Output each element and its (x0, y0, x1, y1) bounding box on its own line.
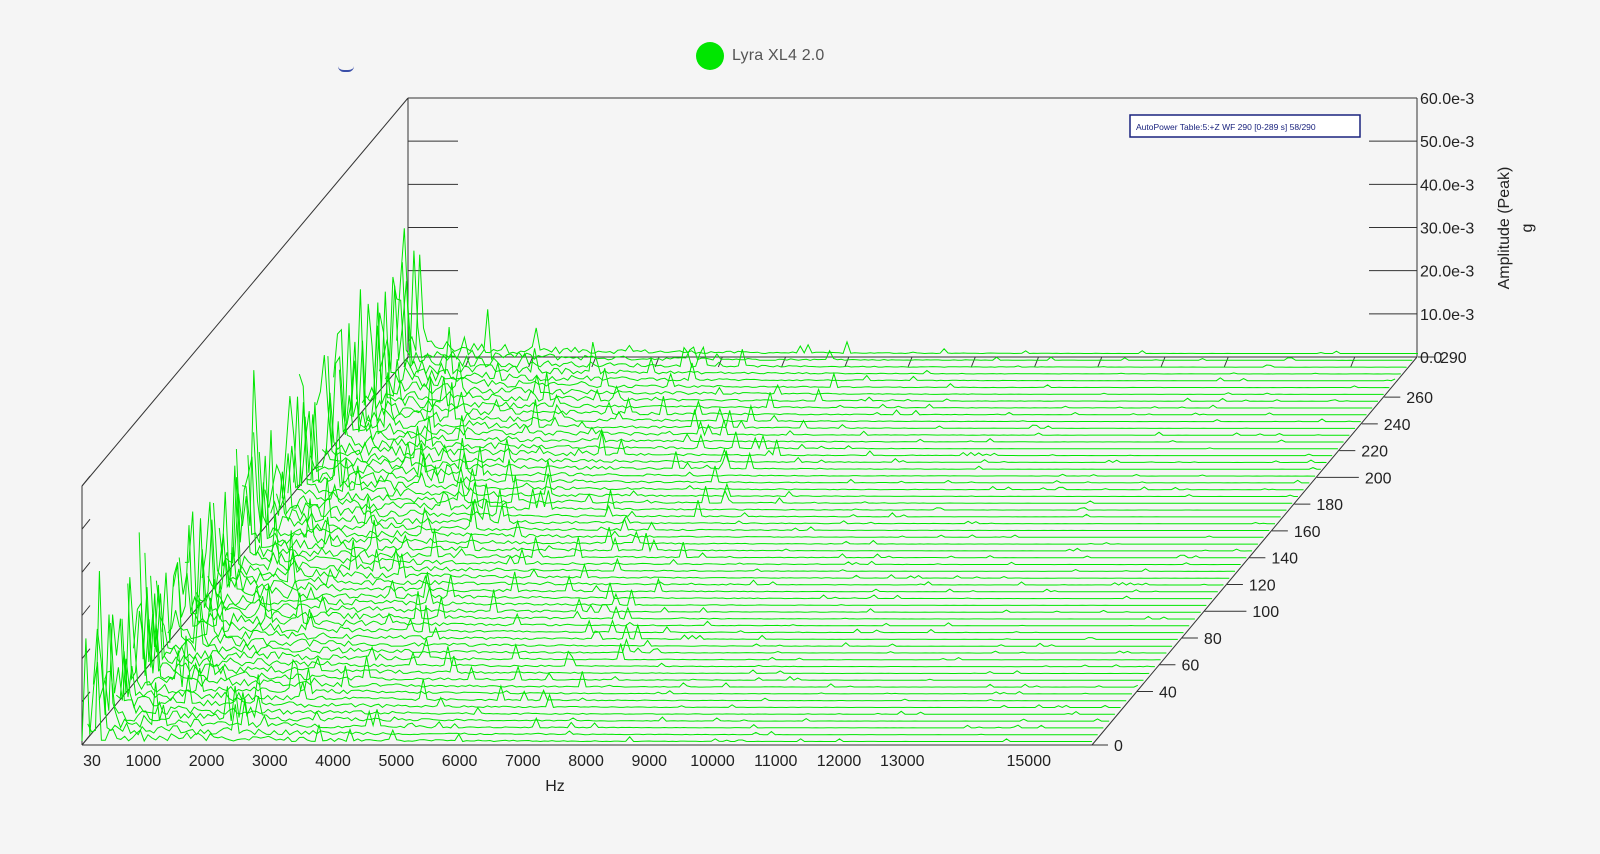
x-tick-label: 5000 (379, 753, 415, 770)
x-tick-label: 7000 (505, 753, 541, 770)
x-tick-back (1223, 356, 1229, 368)
z-tick-label: 60 (1181, 658, 1199, 675)
x-tick-label: 10000 (690, 753, 735, 770)
spectrum-traces (81, 228, 1418, 743)
annotation-text: AutoPower Table:5:+Z WF 290 [0-289 s] 58… (1136, 122, 1316, 132)
side-wall-tick (81, 562, 91, 573)
spectrum-slice (264, 463, 1275, 525)
x-tick-back (1350, 356, 1356, 368)
x-axis-title: Hz (545, 778, 565, 795)
z-tick-label: 240 (1384, 417, 1411, 434)
x-tick-label: 6000 (442, 753, 478, 770)
x-tick-back (1160, 356, 1166, 368)
spectrum-slice (401, 250, 1413, 361)
side-wall-tick (81, 518, 91, 530)
spectrum-slice (121, 577, 1132, 695)
chart-stage: Lyra XL4 2.0 0.0 10.0e-3 20.0e-3 30.0e-3 40.… (0, 0, 1600, 854)
y-tick-label: 30.0e-3 (1420, 221, 1474, 238)
x-tick-label: 15000 (1007, 753, 1052, 770)
z-tick-label: 40 (1159, 684, 1177, 701)
spectrum-slice (373, 291, 1384, 395)
z-tick-label: 100 (1252, 604, 1279, 621)
z-tick-label: 260 (1406, 390, 1433, 407)
x-tick-back (844, 356, 850, 368)
waterfall-chart: 0.0 10.0e-3 20.0e-3 30.0e-3 40.0e-3 50.0e-3 60… (81, 91, 1536, 795)
spectrum-slice (195, 519, 1207, 607)
x-tick-label: 3000 (252, 753, 288, 770)
z-tick-label: 180 (1316, 497, 1343, 514)
spectrum-slice (110, 622, 1121, 709)
x-tick-label: 9000 (631, 753, 667, 770)
z-tick-label: 220 (1361, 444, 1388, 461)
spectrum-slice (321, 392, 1333, 457)
y-tick-label: 50.0e-3 (1420, 134, 1474, 151)
side-wall-tick (81, 605, 91, 616)
spectrum-slice (407, 254, 1418, 355)
spectrum-slice (310, 438, 1321, 470)
y-tick-label: 60.0e-3 (1420, 91, 1474, 108)
y-axis-unit: g (1519, 224, 1536, 233)
z-tick-label: 290 (1440, 350, 1467, 367)
side-wall-tick (81, 475, 91, 487)
x-tick-back (781, 356, 787, 368)
y-tick-label: 20.0e-3 (1420, 264, 1474, 281)
x-tick-back (970, 356, 976, 368)
x-tick-label: 30 (83, 753, 101, 770)
spectrum-slice (173, 525, 1184, 634)
x-tick-label: 1000 (126, 753, 162, 770)
spectrum-slice (333, 328, 1344, 443)
x-tick-label: 4000 (315, 753, 351, 770)
spectrum-slice (361, 302, 1373, 409)
spectrum-slice (133, 601, 1144, 681)
y-tick-label: 10.0e-3 (1420, 307, 1474, 324)
z-tick-label: 80 (1204, 631, 1222, 648)
spectrum-slice (184, 511, 1195, 621)
z-tick-label: 200 (1365, 470, 1392, 487)
x-tick-back (907, 356, 913, 368)
z-tick-label: 120 (1249, 577, 1276, 594)
z-tick-label: 160 (1294, 524, 1321, 541)
x-tick-back (1034, 356, 1040, 368)
x-tick-label: 8000 (568, 753, 604, 770)
y-tick-label: 0.0 (1420, 350, 1442, 367)
spectrum-slice (207, 533, 1218, 593)
z-tick-label: 140 (1271, 551, 1298, 568)
x-tick-label: 12000 (817, 753, 862, 770)
x-tick-label: 11000 (754, 753, 797, 770)
side-wall-tick (81, 734, 91, 746)
spectrum-slice (396, 228, 1407, 368)
x-tick-label: 13000 (880, 753, 925, 770)
x-tick-back (1097, 356, 1103, 368)
y-axis-title: Amplitude (Peak) (1496, 167, 1513, 290)
spectrum-slice (344, 323, 1356, 430)
x-tick-label: 2000 (189, 753, 225, 770)
z-tick-label: 0 (1114, 738, 1123, 755)
y-tick-label: 40.0e-3 (1420, 177, 1474, 194)
